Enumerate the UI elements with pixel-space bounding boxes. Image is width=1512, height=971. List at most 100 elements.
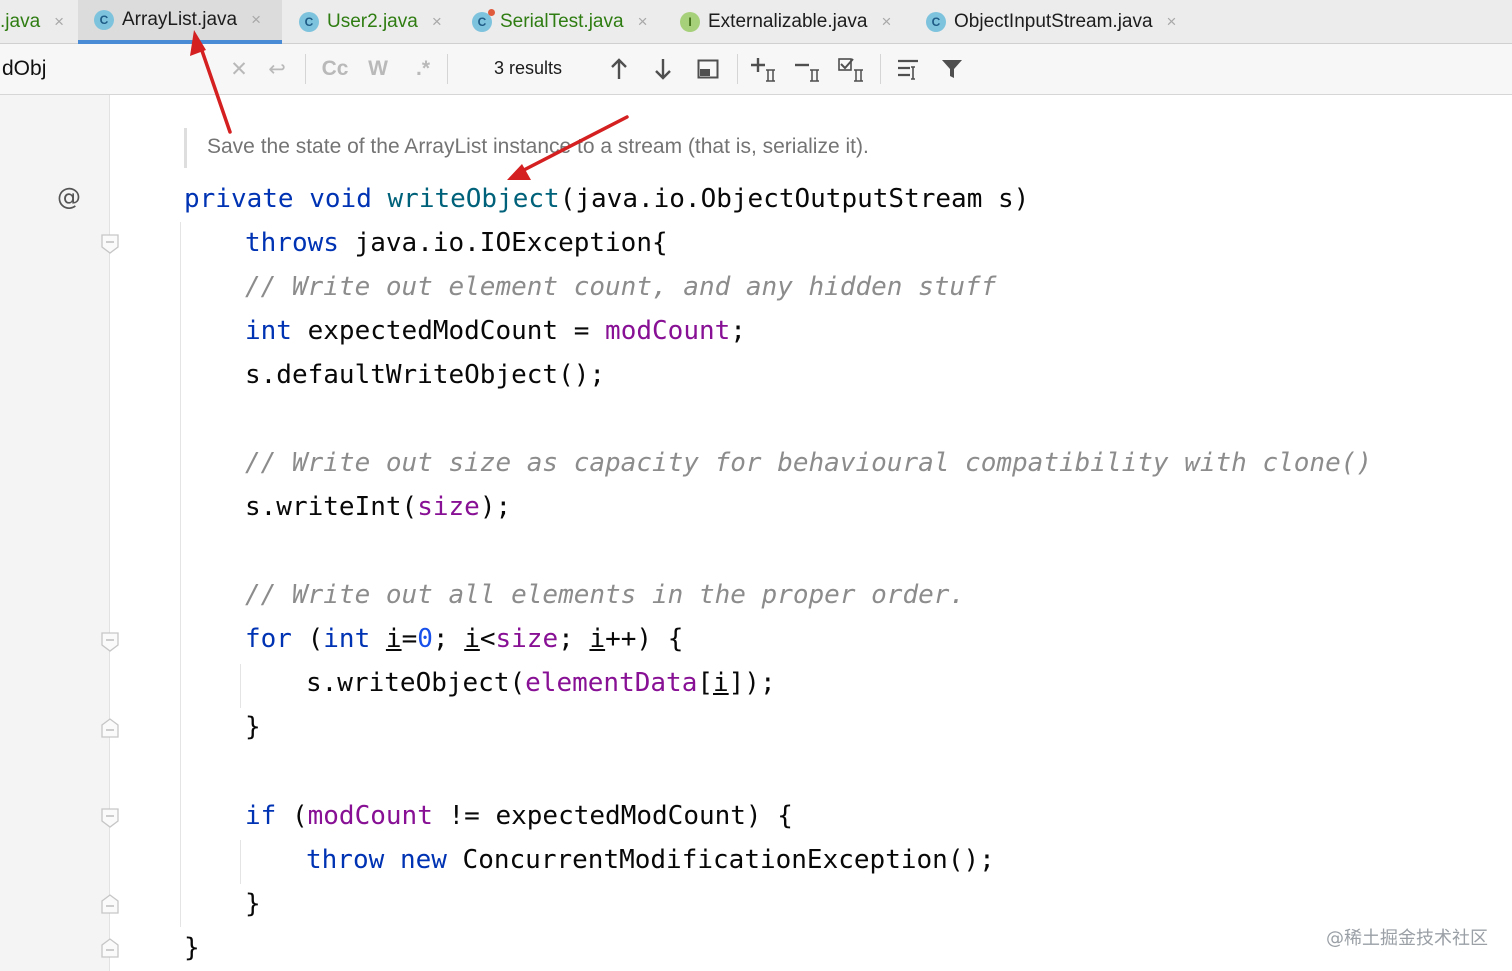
code-comment[interactable]: // Write out size as capacity for behavi… — [245, 448, 1372, 478]
close-icon[interactable]: × — [638, 12, 648, 32]
keyword: new — [399, 845, 447, 875]
code-text: ConcurrentModificationException(); — [446, 845, 995, 875]
separator — [880, 54, 881, 84]
tab-objectinputstream[interactable]: C ObjectInputStream.java × — [908, 0, 1198, 44]
code-comment[interactable]: // Write out all elements in the proper … — [245, 580, 965, 610]
new-line-icon[interactable]: ↩ — [264, 52, 290, 86]
code-line-throws[interactable]: throws java.io.IOException{ — [245, 228, 668, 258]
code-text: expectedModCount = — [291, 316, 606, 346]
variable: i — [385, 624, 402, 654]
code-text: s.writeInt( — [245, 492, 418, 522]
tab-serialtest[interactable]: C SerialTest.java × — [454, 0, 664, 44]
editor-gutter — [0, 95, 110, 971]
code-comment[interactable]: // Write out element count, and any hidd… — [245, 272, 996, 302]
code-line-expected-mod-count[interactable]: int expectedModCount = modCount; — [245, 316, 746, 346]
tab-label: ObjectInputStream.java — [954, 11, 1153, 32]
code-line-close-brace[interactable]: } — [245, 889, 261, 919]
close-icon[interactable]: × — [432, 12, 442, 32]
close-icon[interactable]: × — [1167, 12, 1177, 32]
fold-end-icon[interactable] — [101, 718, 119, 738]
filter-icon[interactable] — [938, 52, 966, 86]
code-line-if[interactable]: if (modCount != expectedModCount) { — [245, 801, 793, 831]
code-text: s.writeObject( — [306, 668, 526, 698]
class-icon: C — [299, 12, 319, 32]
code-text: (java.io.ObjectOutputStream s) — [559, 184, 1030, 214]
number: 0 — [417, 624, 433, 654]
field-ref: modCount — [605, 316, 731, 346]
keyword: throw — [306, 845, 385, 875]
regex-button[interactable]: .* — [410, 52, 436, 86]
code-text: java.io.IOException{ — [338, 228, 668, 258]
select-all-occurrences-icon[interactable] — [694, 52, 722, 86]
field-ref: size — [495, 624, 559, 654]
code-line-close-brace[interactable]: } — [245, 712, 261, 742]
previous-occurrence-icon[interactable] — [606, 52, 632, 86]
code-line-method-signature[interactable]: private void writeObject(java.io.ObjectO… — [184, 184, 1029, 214]
code-text: ; — [432, 624, 465, 654]
code-text: ( — [291, 624, 324, 654]
variable: i — [464, 624, 480, 654]
code-line-default-write[interactable]: s.defaultWriteObject(); — [245, 360, 605, 390]
code-text: ]); — [728, 668, 776, 698]
fold-icon[interactable] — [101, 632, 119, 652]
keyword: void — [309, 184, 372, 214]
fold-end-icon[interactable] — [101, 894, 119, 914]
fold-icon[interactable] — [101, 808, 119, 828]
code-line-throw[interactable]: throw new ConcurrentModificationExceptio… — [306, 845, 995, 875]
search-results-count: 3 results — [494, 58, 563, 78]
code-text: ; — [730, 316, 746, 346]
code-text: ; — [558, 624, 590, 654]
code-line-for-loop[interactable]: for (int i=0; i<size; i++) { — [245, 624, 683, 654]
remove-occurrence-icon[interactable] — [792, 52, 824, 86]
indent-guide — [240, 664, 241, 708]
code-text: [ — [697, 668, 713, 698]
code-text: ++) { — [605, 624, 684, 654]
match-case-button[interactable]: Cc — [320, 52, 350, 86]
separator — [737, 54, 738, 84]
close-icon[interactable]: × — [251, 10, 261, 30]
doc-comment-bar — [184, 128, 187, 168]
class-icon: C — [472, 9, 495, 32]
tab-arraylist[interactable]: C ArrayList.java × — [78, 0, 282, 44]
tab-label: ArrayList.java — [122, 9, 238, 30]
keyword: int — [245, 316, 292, 346]
separator — [447, 54, 448, 84]
tab-partial-java[interactable]: .java × — [0, 0, 78, 44]
doc-comment: Save the state of the ArrayList instance… — [207, 135, 869, 158]
code-line-write-int[interactable]: s.writeInt(size); — [245, 492, 511, 522]
fold-end-icon[interactable] — [101, 938, 119, 958]
tab-externalizable[interactable]: I Externalizable.java × — [664, 0, 908, 44]
code-text: < — [479, 624, 496, 654]
field-ref: modCount — [307, 801, 433, 831]
tab-user2[interactable]: C User2.java × — [282, 0, 454, 44]
tab-label: SerialTest.java — [500, 11, 624, 32]
override-annotation-icon[interactable]: @ — [57, 183, 81, 211]
keyword: if — [245, 801, 277, 831]
close-icon[interactable]: × — [54, 12, 64, 32]
variable: i — [589, 624, 606, 654]
code-line-close-brace[interactable]: } — [184, 933, 200, 963]
clear-search-icon[interactable]: ✕ — [228, 52, 250, 86]
code-text: != expectedModCount) { — [432, 801, 793, 831]
find-bar: ✕ ↩ Cc W .* 3 results — [0, 44, 1512, 95]
keyword: throws — [245, 228, 339, 258]
code-text: = — [401, 624, 418, 654]
next-occurrence-icon[interactable] — [650, 52, 676, 86]
method-name: writeObject — [387, 184, 560, 214]
code-text: ( — [276, 801, 308, 831]
close-icon[interactable]: × — [881, 12, 891, 32]
add-occurrence-icon[interactable] — [748, 52, 780, 86]
code-line-write-element[interactable]: s.writeObject(elementData[i]); — [306, 668, 776, 698]
indent-guide — [240, 840, 241, 884]
search-input[interactable] — [0, 54, 202, 84]
watermark: @稀土掘金技术社区 — [1326, 928, 1488, 949]
separator — [305, 54, 306, 84]
search-in-selection-icon[interactable] — [894, 52, 924, 86]
keyword: int — [323, 624, 371, 654]
tab-label: Externalizable.java — [708, 11, 868, 32]
fold-icon[interactable] — [101, 234, 119, 254]
whole-words-button[interactable]: W — [365, 52, 391, 86]
select-all-matches-icon[interactable] — [836, 52, 868, 86]
keyword: private — [184, 184, 294, 214]
